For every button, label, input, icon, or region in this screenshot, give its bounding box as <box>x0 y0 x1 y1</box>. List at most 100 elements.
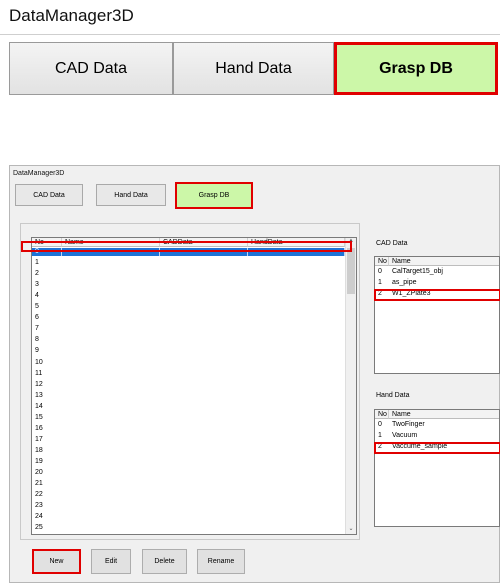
table-row[interactable]: 18 <box>32 447 345 455</box>
hand-data-list[interactable]: No Name 0 TwoFinger 1 Vacuum 2 Vaccume_sample <box>374 409 500 527</box>
table-row[interactable]: 10 <box>32 359 345 367</box>
cad-column-header-no[interactable]: No <box>375 257 389 266</box>
item-number: 1 <box>378 279 382 286</box>
row-cell <box>62 336 160 344</box>
tab-grasp-db[interactable]: Grasp DB <box>334 42 498 95</box>
table-row[interactable]: 8 <box>32 336 345 344</box>
table-row[interactable]: 2 <box>32 270 345 278</box>
table-row[interactable]: 21 <box>32 480 345 488</box>
row-cell <box>160 259 248 267</box>
table-row[interactable]: 15 <box>32 414 345 422</box>
window-title: DataManager3D <box>13 170 65 177</box>
row-number: 17 <box>35 435 43 443</box>
table-row[interactable]: 3 <box>32 281 345 289</box>
row-cell <box>160 502 248 510</box>
new-button[interactable]: New <box>32 549 81 574</box>
row-cell <box>248 325 345 333</box>
row-cell <box>248 436 345 444</box>
row-cell <box>62 347 160 355</box>
tab-grasp-db-small[interactable]: Grasp DB <box>175 182 253 209</box>
row-cell <box>62 480 160 488</box>
scrollbar-thumb[interactable] <box>347 248 355 294</box>
table-row[interactable]: 23 <box>32 502 345 510</box>
table-row[interactable]: 6 <box>32 314 345 322</box>
row-number: 9 <box>35 347 39 355</box>
list-item[interactable]: 0 TwoFinger <box>375 421 493 429</box>
row-cell <box>248 414 345 422</box>
row-cell <box>62 458 160 466</box>
row-number: 6 <box>35 314 39 322</box>
table-row[interactable]: 14 <box>32 403 345 411</box>
table-row[interactable]: 11 <box>32 370 345 378</box>
row-cell <box>160 469 248 477</box>
table-row[interactable]: 7 <box>32 325 345 333</box>
row-number: 11 <box>35 369 43 377</box>
row-cell <box>62 292 160 300</box>
cad-column-header-name[interactable]: Name <box>389 257 499 266</box>
table-row[interactable]: 5 <box>32 303 345 311</box>
tab-cad-data-small[interactable]: CAD Data <box>15 184 83 206</box>
row-cell <box>248 259 345 267</box>
row-cell <box>248 392 345 400</box>
row-cell <box>62 469 160 477</box>
table-row[interactable]: 4 <box>32 292 345 300</box>
row-cell <box>160 381 248 389</box>
row-number: 25 <box>35 524 43 532</box>
row-cell <box>248 270 345 278</box>
cad-data-list[interactable]: No Name 0 CalTarget15_obj 1 as_pipe 2 W1_ZPla… <box>374 256 500 374</box>
hand-column-header-no[interactable]: No <box>375 410 389 419</box>
row-cell <box>160 303 248 311</box>
row-number: 13 <box>35 391 43 399</box>
table-row[interactable]: 22 <box>32 491 345 499</box>
row-number: 23 <box>35 502 43 510</box>
table-row[interactable]: 24 <box>32 513 345 521</box>
row-cell <box>248 513 345 521</box>
row-cell <box>160 491 248 499</box>
row-number: 4 <box>35 292 39 300</box>
tab-cad-data[interactable]: CAD Data <box>9 42 173 95</box>
list-item[interactable]: 0 CalTarget15_obj <box>375 268 493 276</box>
row-cell <box>248 381 345 389</box>
hand-column-header-name[interactable]: Name <box>389 410 499 419</box>
row-cell <box>248 447 345 455</box>
row-cell <box>160 447 248 455</box>
table-row[interactable]: 25 <box>32 524 345 532</box>
scroll-down-arrow[interactable]: ⌄ <box>346 525 356 534</box>
rename-button[interactable]: Rename <box>197 549 245 574</box>
table-row[interactable]: 20 <box>32 469 345 477</box>
delete-button[interactable]: Delete <box>142 549 187 574</box>
tab-hand-data[interactable]: Hand Data <box>173 42 334 95</box>
table-row[interactable]: 13 <box>32 392 345 400</box>
row-cell <box>248 314 345 322</box>
table-row[interactable]: 17 <box>32 436 345 444</box>
row-number: 21 <box>35 480 43 488</box>
table-row[interactable]: 16 <box>32 425 345 433</box>
table-row[interactable]: 1 <box>32 259 345 267</box>
table-row[interactable]: 19 <box>32 458 345 466</box>
item-name: Vacuum <box>392 432 418 439</box>
row-cell <box>62 359 160 367</box>
row-cell <box>248 491 345 499</box>
app-window: DataManager3D CAD Data Hand Data Grasp D… <box>9 165 500 583</box>
row-cell <box>248 281 345 289</box>
row-number: 8 <box>35 336 39 344</box>
row-cell <box>160 314 248 322</box>
app-title: DataManager3D <box>9 6 134 25</box>
table-row[interactable]: 9 <box>32 347 345 355</box>
hand-data-label: Hand Data <box>376 392 410 399</box>
row-cell <box>248 502 345 510</box>
title-divider <box>0 34 500 35</box>
row-cell <box>62 425 160 433</box>
row-cell <box>62 502 160 510</box>
row-cell <box>62 370 160 378</box>
row-number: 18 <box>35 446 43 454</box>
tab-hand-data-small[interactable]: Hand Data <box>96 184 166 206</box>
edit-button[interactable]: Edit <box>91 549 131 574</box>
list-item[interactable]: 1 Vacuum <box>375 432 493 440</box>
grasp-list[interactable]: No Name CADData HandData 0 1 2 3 4 5 6 7 8 9 10 11 1… <box>31 237 357 535</box>
row-cell <box>62 381 160 389</box>
row-cell <box>160 403 248 411</box>
row-cell <box>62 491 160 499</box>
list-item[interactable]: 1 as_pipe <box>375 279 493 287</box>
table-row[interactable]: 12 <box>32 381 345 389</box>
